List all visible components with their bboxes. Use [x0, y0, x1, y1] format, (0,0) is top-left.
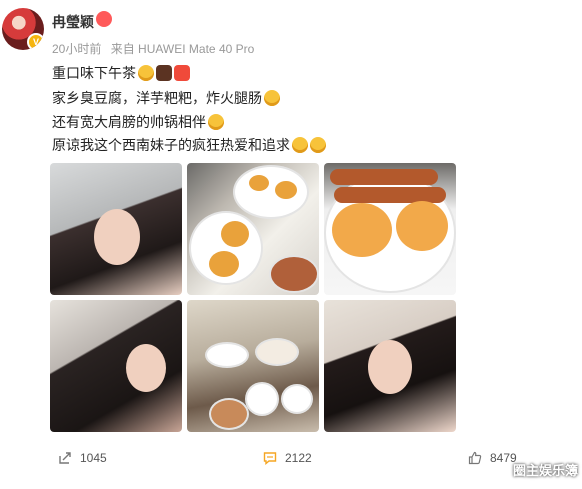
comment-bubble-icon: [263, 452, 277, 465]
heart-eyes-emoji-icon: [264, 90, 280, 106]
post-source: 来自 HUAWEI Mate 40 Pro: [110, 42, 255, 56]
repost-button[interactable]: 1045: [58, 451, 107, 465]
photo-tea-table[interactable]: [187, 300, 319, 432]
verified-v-icon: V: [27, 33, 44, 50]
food-emoji-icon: [174, 65, 190, 81]
photo-selfie-window[interactable]: [50, 163, 182, 295]
username[interactable]: 冉瑩颖: [52, 12, 94, 32]
avatar[interactable]: V: [2, 8, 44, 50]
watermark: 圈主娱乐簿: [512, 463, 578, 478]
post-time: 20小时前: [52, 42, 102, 56]
photo-grid: [50, 163, 458, 433]
shy-emoji-icon: [208, 114, 224, 130]
photo-sausage-plate[interactable]: [324, 163, 456, 295]
grin-emoji-icon: [310, 137, 326, 153]
action-bar: 1045 2122 8479: [0, 451, 582, 471]
comment-button[interactable]: 2122: [263, 451, 312, 465]
drink-emoji-icon: [156, 65, 172, 81]
emoji-icon: [96, 11, 112, 27]
share-arrow-icon: [59, 452, 71, 464]
post-text-line-1: 重口味下午茶: [52, 63, 190, 83]
thumbs-up-icon: [468, 451, 482, 465]
photo-couple-hug[interactable]: [50, 300, 182, 432]
victory-hand-emoji-icon: [292, 137, 308, 153]
like-button[interactable]: 8479: [468, 451, 517, 465]
post-text-line-3: 还有宽大肩膀的帅锅相伴: [52, 112, 224, 132]
photo-cakes-plates[interactable]: [187, 163, 319, 295]
post-meta: 20小时前 来自 HUAWEI Mate 40 Pro: [52, 40, 260, 57]
post-text-line-2: 家乡臭豆腐，洋芋粑粑，炸火腿肠: [52, 88, 280, 108]
post-text-line-4: 原谅我这个西南妹子的疯狂热爱和追求: [52, 135, 326, 155]
comment-count: 2122: [285, 451, 312, 465]
photo-selfie-hand[interactable]: [324, 300, 456, 432]
repost-count: 1045: [80, 451, 107, 465]
heart-eyes-emoji-icon: [138, 65, 154, 81]
